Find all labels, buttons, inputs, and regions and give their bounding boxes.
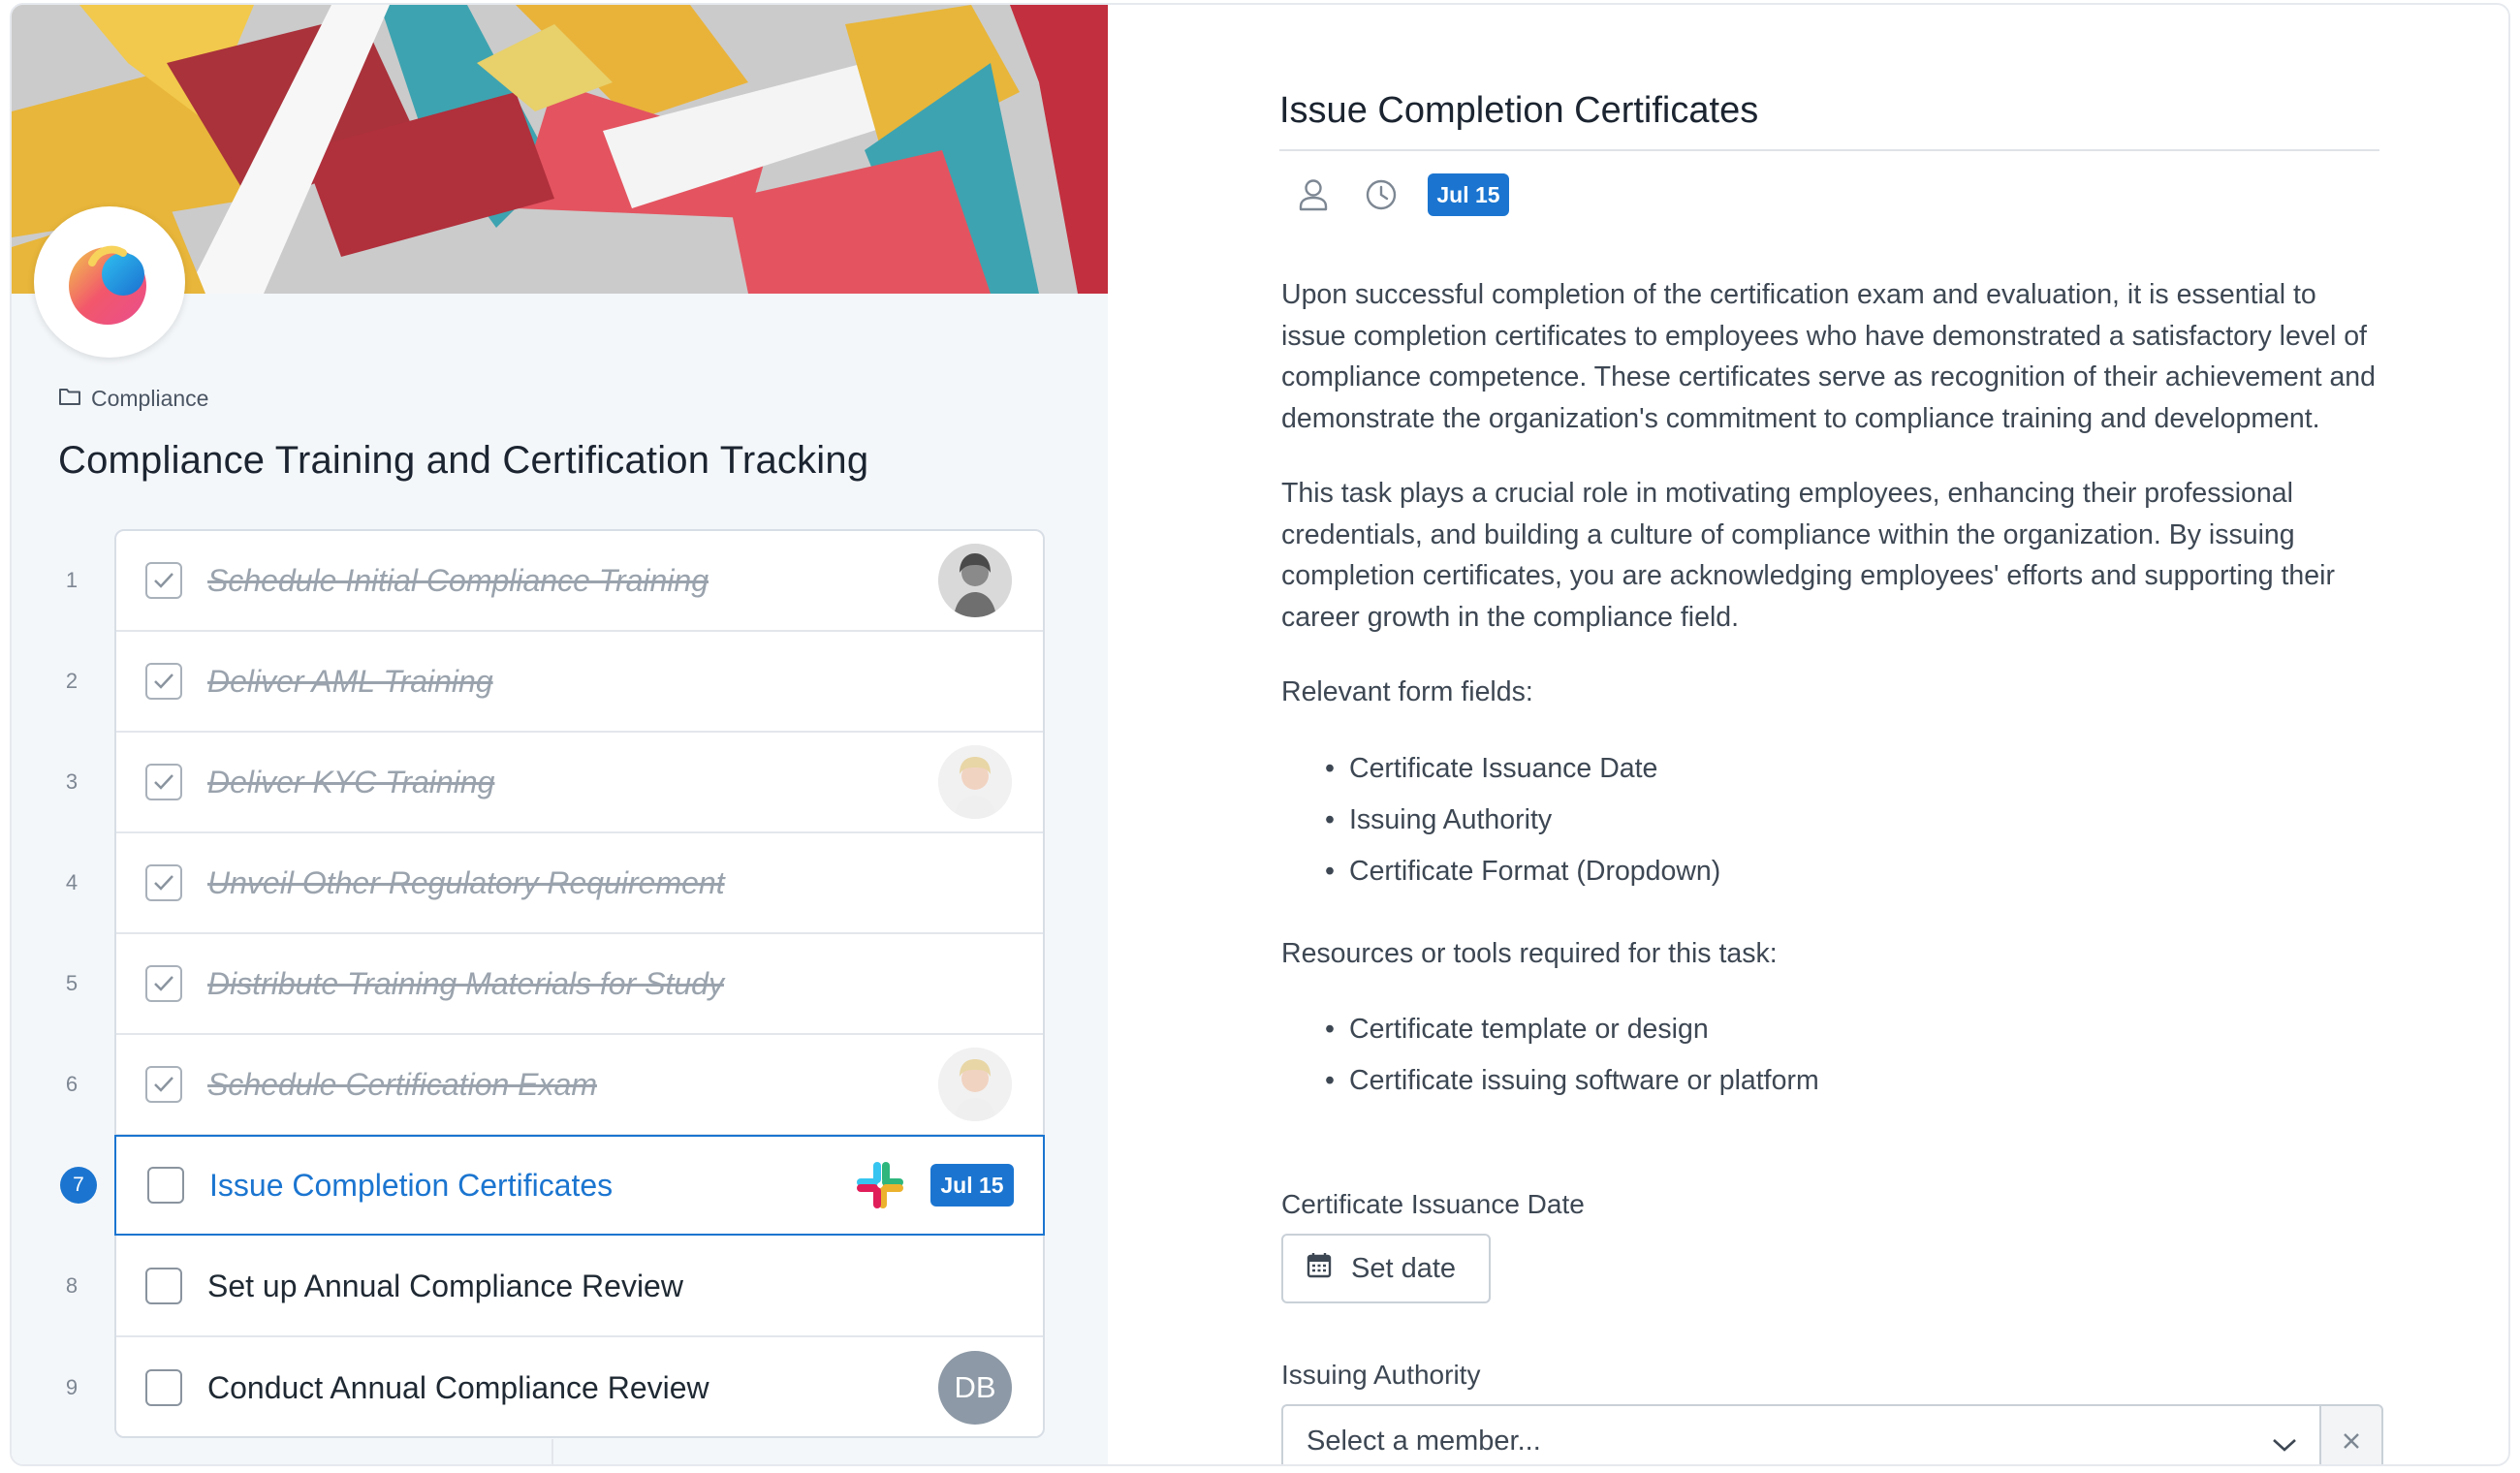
description-paragraph: Upon successful completion of the certif… bbox=[1281, 279, 2376, 434]
task-checkbox[interactable] bbox=[145, 562, 182, 599]
task-checkbox[interactable] bbox=[145, 663, 182, 700]
member-select-placeholder: Select a member... bbox=[1307, 1425, 1541, 1457]
clock-icon[interactable] bbox=[1360, 173, 1402, 216]
description-paragraph: This task plays a crucial role in motiva… bbox=[1281, 478, 2335, 633]
task-row-5[interactable]: 5 Distribute Training Materials for Stud… bbox=[66, 934, 1043, 1035]
task-row-4[interactable]: 4 Unveil Other Regulatory Requirement bbox=[66, 833, 1043, 934]
task-row-1[interactable]: 1 Schedule Initial Compliance Training bbox=[66, 531, 1043, 632]
calendar-icon bbox=[1307, 1251, 1332, 1286]
issuance-date-label: Certificate Issuance Date bbox=[1281, 1189, 1585, 1219]
task-label: Schedule Certification Exam bbox=[207, 1066, 597, 1102]
app-window: Compliance Compliance Training and Certi… bbox=[10, 3, 2510, 1466]
form-fields-heading: Relevant form fields: bbox=[1281, 676, 1533, 707]
assignee-avatar[interactable]: DB bbox=[938, 1351, 1012, 1425]
divider bbox=[1279, 149, 2379, 151]
check-icon bbox=[154, 1077, 173, 1092]
task-title: Issue Completion Certificates bbox=[1279, 90, 1759, 131]
task-description: Upon successful completion of the certif… bbox=[1281, 274, 2386, 1143]
issuing-authority-label: Issuing Authority bbox=[1281, 1360, 1481, 1390]
clear-selection-button[interactable] bbox=[2319, 1404, 2383, 1464]
check-icon bbox=[154, 774, 173, 790]
task-number-active: 7 bbox=[60, 1167, 97, 1204]
assignee-avatar[interactable] bbox=[938, 745, 1012, 819]
set-date-button[interactable]: Set date bbox=[1281, 1234, 1491, 1303]
task-row-9[interactable]: 9 Conduct Annual Compliance Review DB bbox=[66, 1337, 1043, 1438]
task-label: Schedule Initial Compliance Training bbox=[207, 562, 709, 598]
slack-icon bbox=[855, 1160, 905, 1210]
task-meta-bar: Jul 15 bbox=[1292, 172, 1509, 218]
set-date-label: Set date bbox=[1351, 1252, 1457, 1284]
list-item: Certificate issuing software or platform bbox=[1281, 1055, 2386, 1107]
check-icon bbox=[154, 875, 173, 891]
workspace-logo bbox=[34, 206, 185, 358]
task-row-7[interactable]: 7 Issue Completion Certificates Jul 15 bbox=[60, 1135, 1045, 1236]
task-label: Set up Annual Compliance Review bbox=[207, 1268, 683, 1303]
list-item: Certificate Format (Dropdown) bbox=[1281, 846, 2386, 897]
task-label: Distribute Training Materials for Study bbox=[207, 965, 724, 1001]
task-row-8[interactable]: 8 Set up Annual Compliance Review bbox=[66, 1237, 1043, 1337]
task-list: 1 Schedule Initial Compliance Training 2… bbox=[60, 529, 1045, 1438]
divider bbox=[551, 1439, 553, 1464]
task-detail-panel: Issue Completion Certificates Jul 15 Upo… bbox=[1108, 5, 2508, 1464]
breadcrumb-label: Compliance bbox=[91, 386, 209, 411]
list-item: Issuing Authority bbox=[1281, 795, 2386, 846]
page-title: Compliance Training and Certification Tr… bbox=[58, 439, 869, 482]
task-row-3[interactable]: 3 Deliver KYC Training bbox=[66, 733, 1043, 833]
folder-icon bbox=[58, 386, 81, 412]
due-date-badge[interactable]: Jul 15 bbox=[930, 1164, 1014, 1207]
task-number: 4 bbox=[65, 870, 79, 894]
task-number: 1 bbox=[65, 568, 79, 592]
resources-list: Certificate template or design Certifica… bbox=[1281, 1004, 2386, 1107]
task-label: Deliver KYC Training bbox=[207, 764, 495, 799]
task-number: 3 bbox=[65, 769, 79, 794]
task-number: 6 bbox=[65, 1072, 79, 1096]
list-item: Certificate template or design bbox=[1281, 1004, 2386, 1055]
task-checkbox[interactable] bbox=[145, 1268, 182, 1304]
check-icon bbox=[154, 573, 173, 588]
task-row-6[interactable]: 6 Schedule Certification Exam bbox=[66, 1035, 1043, 1136]
member-select[interactable]: Select a member... bbox=[1281, 1404, 2319, 1464]
checklist-panel: Compliance Compliance Training and Certi… bbox=[12, 5, 1108, 1464]
list-item: Certificate Issuance Date bbox=[1281, 743, 2386, 795]
resources-heading: Resources or tools required for this tas… bbox=[1281, 937, 1778, 969]
task-label: Conduct Annual Compliance Review bbox=[207, 1369, 709, 1405]
task-checkbox[interactable] bbox=[145, 1369, 182, 1406]
chevron-down-icon bbox=[2271, 1429, 2298, 1461]
task-number: 9 bbox=[65, 1375, 79, 1399]
task-label: Deliver AML Training bbox=[207, 663, 493, 699]
close-icon bbox=[2344, 1433, 2359, 1449]
form-fields-list: Certificate Issuance Date Issuing Author… bbox=[1281, 743, 2386, 897]
task-label: Issue Completion Certificates bbox=[209, 1167, 614, 1203]
task-checkbox[interactable] bbox=[145, 864, 182, 901]
task-label: Unveil Other Regulatory Requirement bbox=[207, 864, 725, 900]
breadcrumb[interactable]: Compliance bbox=[58, 386, 208, 412]
task-number: 2 bbox=[65, 669, 79, 693]
assignee-avatar[interactable] bbox=[938, 544, 1012, 617]
task-checkbox[interactable] bbox=[145, 1066, 182, 1103]
task-checkbox[interactable] bbox=[147, 1167, 184, 1204]
assignee-icon[interactable] bbox=[1292, 173, 1335, 216]
task-row-2[interactable]: 2 Deliver AML Training bbox=[66, 632, 1043, 733]
check-icon bbox=[154, 674, 173, 689]
task-checkbox[interactable] bbox=[145, 965, 182, 1002]
due-date-badge[interactable]: Jul 15 bbox=[1428, 173, 1509, 216]
check-icon bbox=[154, 976, 173, 991]
assignee-avatar[interactable] bbox=[938, 1048, 1012, 1121]
task-checkbox[interactable] bbox=[145, 764, 182, 800]
task-number: 8 bbox=[65, 1273, 79, 1298]
task-number: 5 bbox=[65, 971, 79, 995]
